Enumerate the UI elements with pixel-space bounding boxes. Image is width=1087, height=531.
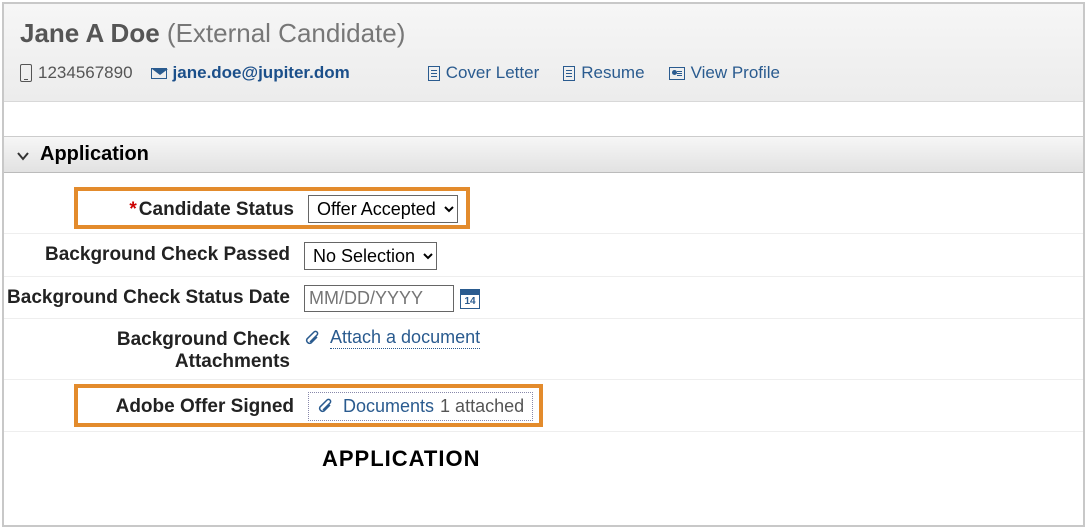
attach-document-link[interactable]: Attach a document [330, 327, 480, 349]
email-link[interactable]: jane.doe@jupiter.dom [151, 63, 350, 83]
bg-check-date-input[interactable] [304, 285, 454, 312]
documents-link[interactable]: Documents [343, 396, 434, 417]
candidate-subtitle: (External Candidate) [167, 18, 405, 48]
chevron-down-icon [16, 149, 30, 163]
phone-number: 1234567890 [38, 63, 133, 83]
candidate-name-row: Jane A Doe (External Candidate) [20, 18, 1067, 49]
document-icon [563, 66, 575, 81]
documents-attached-box[interactable]: Documents 1 attached [308, 392, 533, 421]
paperclip-icon [304, 329, 322, 347]
section-title: Application [40, 143, 149, 166]
cover-letter-link[interactable]: Cover Letter [428, 63, 540, 83]
candidate-status-label: Candidate Status [139, 199, 294, 220]
row-bg-check-date: Background Check Status Date 14 [4, 276, 1083, 318]
adobe-offer-label: Adobe Offer Signed [80, 392, 308, 418]
row-bg-check-passed: Background Check Passed No Selection [4, 233, 1083, 276]
phone-block: 1234567890 [20, 63, 133, 83]
candidate-name: Jane A Doe [20, 18, 160, 48]
resume-label: Resume [581, 63, 644, 83]
row-application-heading: APPLICATION [4, 431, 1083, 478]
document-icon [428, 66, 440, 81]
bg-check-passed-label: Background Check Passed [4, 240, 304, 266]
bg-check-attach-label: Background Check Attachments [4, 325, 304, 373]
view-profile-label: View Profile [691, 63, 780, 83]
candidate-header: Jane A Doe (External Candidate) 12345678… [4, 4, 1083, 102]
row-candidate-status: *Candidate Status Offer Accepted [4, 183, 1083, 233]
email-text: jane.doe@jupiter.dom [173, 63, 350, 83]
required-marker: * [129, 199, 136, 220]
highlight-candidate-status: *Candidate Status Offer Accepted [76, 189, 468, 227]
highlight-adobe-offer: Adobe Offer Signed Documents 1 attached [76, 386, 541, 425]
view-profile-link[interactable]: View Profile [669, 63, 780, 83]
calendar-icon[interactable]: 14 [460, 289, 480, 309]
cover-letter-label: Cover Letter [446, 63, 540, 83]
bg-check-passed-select[interactable]: No Selection [304, 242, 437, 270]
bg-check-date-label: Background Check Status Date [4, 283, 304, 309]
section-application-header[interactable]: Application [4, 136, 1083, 173]
profile-icon [669, 67, 685, 80]
phone-icon [20, 64, 32, 82]
row-bg-check-attach: Background Check Attachments Attach a do… [4, 318, 1083, 379]
envelope-icon [151, 68, 167, 79]
row-adobe-offer: Adobe Offer Signed Documents 1 attached [4, 379, 1083, 431]
candidate-status-select[interactable]: Offer Accepted [308, 195, 458, 223]
paperclip-icon [317, 397, 335, 415]
resume-link[interactable]: Resume [563, 63, 644, 83]
application-heading: APPLICATION [322, 446, 480, 472]
documents-count: 1 attached [440, 396, 524, 417]
